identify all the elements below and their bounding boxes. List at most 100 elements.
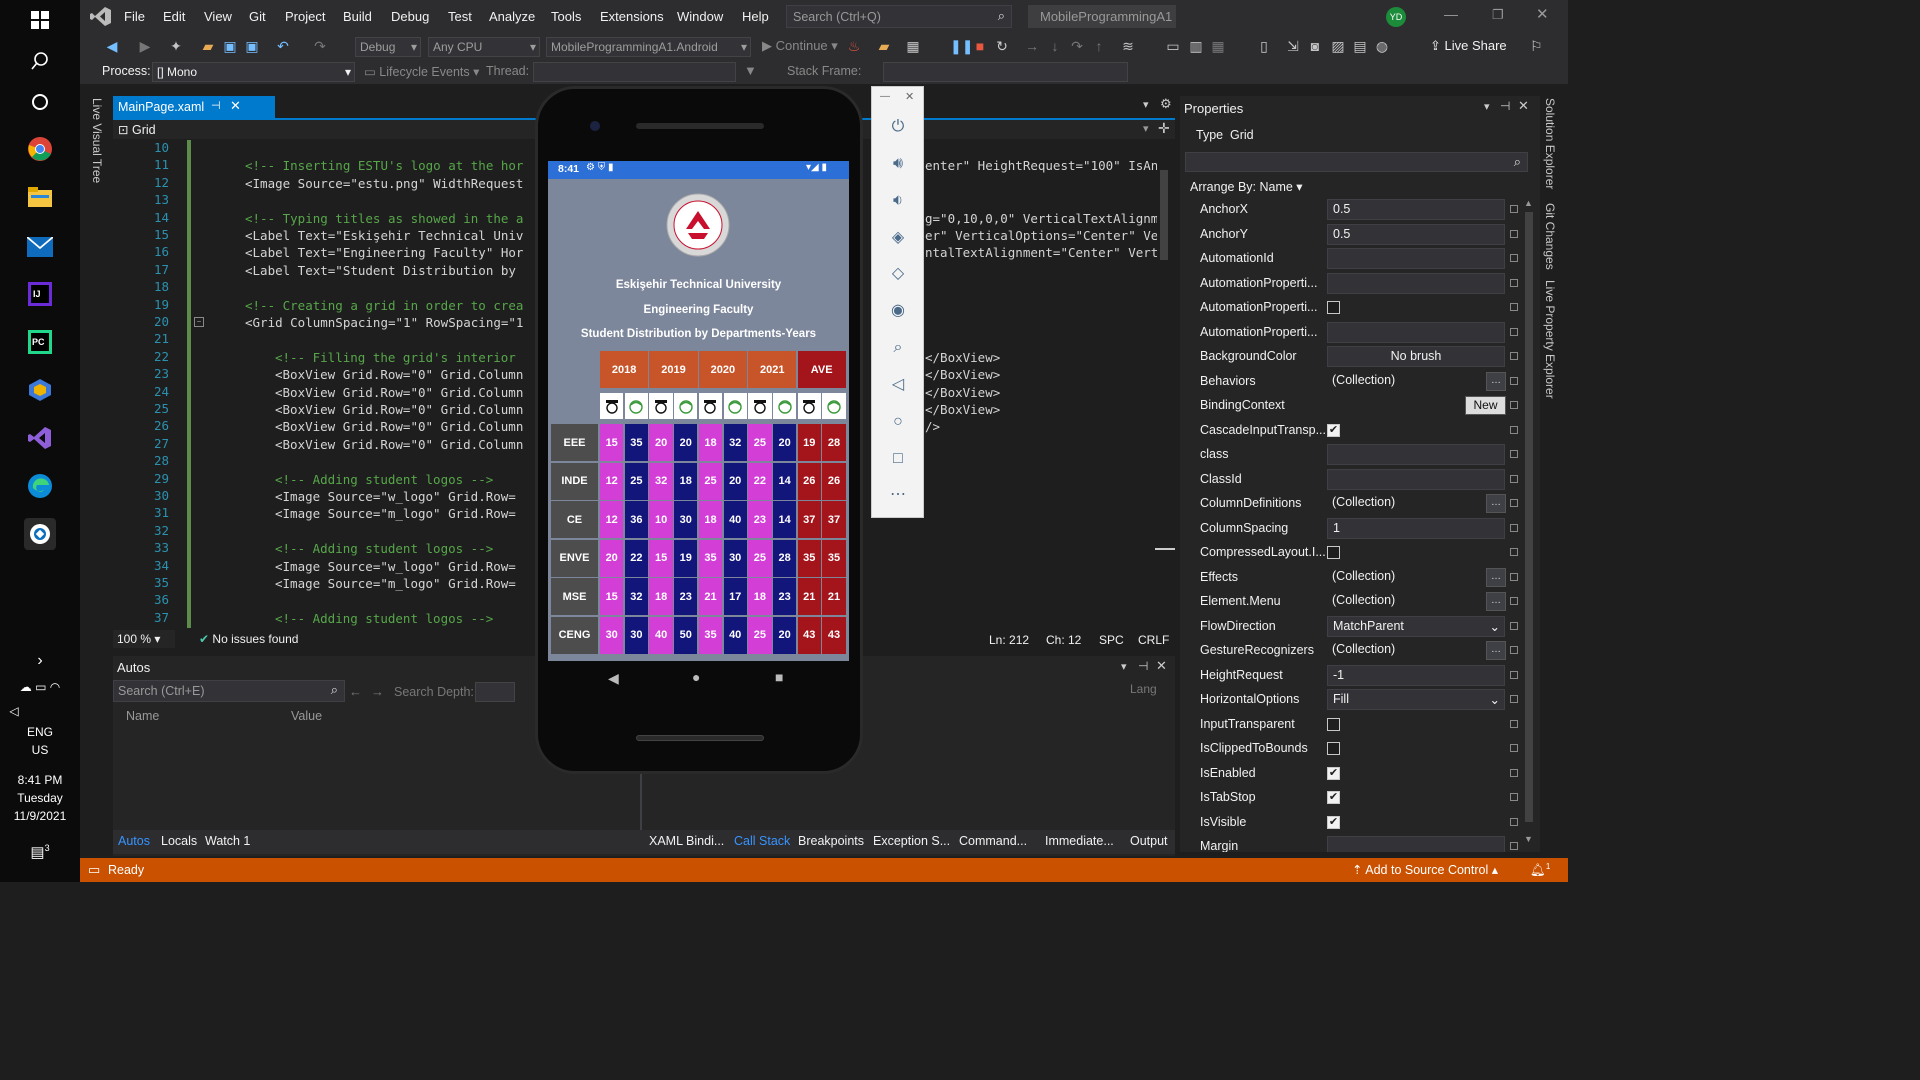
menu-test[interactable]: Test bbox=[448, 9, 472, 24]
save-icon[interactable]: ▣ bbox=[222, 38, 238, 54]
step-over-icon[interactable]: → bbox=[1024, 38, 1040, 54]
volume-up-icon[interactable]: 🔊︎ bbox=[884, 150, 912, 178]
pause-icon[interactable]: ❚❚ bbox=[950, 38, 973, 54]
tray-icons[interactable]: ☁ ▭ ◠ bbox=[0, 680, 80, 694]
scroll-up-icon[interactable]: ▲ bbox=[1524, 198, 1533, 208]
property-marker-icon[interactable] bbox=[1510, 376, 1518, 385]
checkbox[interactable] bbox=[1327, 546, 1340, 559]
close-tab-icon[interactable]: ✕ bbox=[230, 98, 241, 114]
file-explorer-icon[interactable] bbox=[24, 181, 56, 213]
property-input[interactable]: No brush bbox=[1327, 346, 1505, 367]
checkbox-checked[interactable]: ✔ bbox=[1327, 791, 1340, 804]
lifecycle-events-button[interactable]: ▭ Lifecycle Events ▾ bbox=[364, 64, 479, 79]
search-depth-select[interactable] bbox=[475, 682, 515, 702]
tab-call-stack[interactable]: Call Stack bbox=[734, 834, 790, 848]
gear-icon[interactable]: ⚙ bbox=[1160, 96, 1172, 112]
menu-help[interactable]: Help bbox=[742, 9, 769, 24]
scrollbar-thumb[interactable] bbox=[1160, 170, 1168, 260]
global-search-box[interactable]: Search (Ctrl+Q) ⌕ bbox=[786, 5, 1012, 28]
network-icon[interactable]: ▦ bbox=[1210, 38, 1226, 54]
stop-icon[interactable]: ■ bbox=[972, 38, 988, 54]
startup-project-select[interactable]: MobileProgrammingA1.Android ▾ bbox=[546, 37, 751, 57]
property-marker-icon[interactable] bbox=[1510, 450, 1518, 458]
panel-menu-icon[interactable]: ▾ bbox=[1121, 660, 1127, 673]
zoom-icon[interactable]: ⌕ bbox=[884, 334, 912, 362]
pin-icon[interactable]: ⊣ bbox=[211, 99, 221, 112]
property-input[interactable]: -1 bbox=[1327, 664, 1505, 686]
save-all-icon[interactable]: ▣ bbox=[244, 38, 260, 54]
device-icon[interactable]: ▭ bbox=[1165, 38, 1181, 54]
windows-start-icon[interactable] bbox=[24, 4, 56, 36]
power-icon[interactable]: ⏻ bbox=[884, 113, 912, 141]
feedback-icon[interactable]: ⚐ bbox=[1530, 38, 1543, 55]
thread-select[interactable] bbox=[533, 62, 736, 82]
line-ending-indicator[interactable]: CRLF bbox=[1138, 633, 1169, 647]
stack-frame-select[interactable] bbox=[883, 62, 1128, 82]
close-icon[interactable]: ✕ bbox=[1536, 5, 1549, 23]
thread-icon[interactable]: ≋ bbox=[1120, 38, 1136, 54]
close-panel-icon[interactable]: ✕ bbox=[1156, 658, 1167, 674]
property-marker-icon[interactable] bbox=[1510, 670, 1518, 679]
pin-icon[interactable]: ⊣ bbox=[1138, 659, 1148, 673]
restart-icon[interactable]: ↻ bbox=[994, 38, 1010, 54]
property-select[interactable]: Fill ⌄ bbox=[1327, 689, 1505, 710]
globe-icon[interactable]: ◍ bbox=[1374, 38, 1390, 54]
chrome-icon[interactable] bbox=[24, 133, 56, 165]
property-marker-icon[interactable] bbox=[1510, 229, 1518, 238]
column-indicator[interactable]: Ch: 12 bbox=[1046, 633, 1081, 647]
menu-edit[interactable]: Edit bbox=[163, 9, 185, 24]
image-icon[interactable]: ▨ bbox=[1330, 38, 1346, 54]
ellipsis-button[interactable]: … bbox=[1486, 592, 1506, 611]
android-icon[interactable]: ◙ bbox=[1307, 38, 1323, 54]
panel-menu-icon[interactable]: ▾ bbox=[1484, 100, 1490, 113]
configuration-select[interactable]: Debug ▾ bbox=[355, 37, 421, 57]
avatar[interactable]: YD bbox=[1386, 7, 1406, 27]
ellipsis-button[interactable]: … bbox=[1486, 371, 1506, 391]
ellipsis-button[interactable]: … bbox=[1486, 567, 1506, 587]
scroll-down-icon[interactable]: ▼ bbox=[1524, 834, 1533, 844]
lang-secondary[interactable]: US bbox=[0, 743, 80, 757]
redo-icon[interactable]: ↷ bbox=[312, 38, 328, 54]
more-icon[interactable]: ⋯ bbox=[884, 481, 912, 509]
rotate-left-icon[interactable]: ◈ bbox=[884, 224, 912, 252]
menu-window[interactable]: Window bbox=[677, 9, 723, 24]
tab-breakpoints[interactable]: Breakpoints bbox=[798, 834, 864, 848]
tab-autos[interactable]: Autos bbox=[118, 834, 150, 848]
menu-debug[interactable]: Debug bbox=[391, 9, 429, 24]
menu-git[interactable]: Git bbox=[249, 9, 266, 24]
ellipsis-button[interactable]: … bbox=[1486, 641, 1506, 660]
property-marker-icon[interactable] bbox=[1510, 401, 1518, 409]
notification-icon[interactable]: ▤3 bbox=[0, 843, 80, 861]
property-marker-icon[interactable] bbox=[1510, 768, 1518, 777]
line-indicator[interactable]: Ln: 212 bbox=[989, 633, 1029, 647]
property-input[interactable]: 0.5 bbox=[1327, 199, 1505, 220]
tab-mainpage-xaml[interactable]: MainPage.xaml ⊣ ✕ bbox=[113, 96, 275, 118]
step-over-arc-icon[interactable]: ↷ bbox=[1069, 38, 1085, 54]
property-marker-icon[interactable] bbox=[1510, 621, 1518, 630]
screenshot-icon[interactable]: ▦ bbox=[905, 38, 921, 54]
step-out-icon[interactable]: ↑ bbox=[1091, 38, 1107, 54]
menu-analyze[interactable]: Analyze bbox=[489, 9, 535, 24]
intellij-icon[interactable]: IJ bbox=[24, 278, 56, 310]
tab-xaml-binding[interactable]: XAML Bindi... bbox=[649, 834, 724, 848]
search-icon[interactable] bbox=[24, 45, 56, 77]
app-cube-icon[interactable] bbox=[24, 374, 56, 406]
chevron-up-icon[interactable]: › bbox=[0, 652, 80, 670]
restore-icon[interactable]: ❐ bbox=[1492, 7, 1504, 23]
minimize-icon[interactable]: — bbox=[880, 91, 890, 102]
zoom-select[interactable]: 100 % ▾ bbox=[113, 630, 175, 648]
property-input[interactable]: 1 bbox=[1327, 517, 1505, 539]
hot-reload-icon[interactable]: ♨ bbox=[846, 38, 862, 54]
menu-build[interactable]: Build bbox=[343, 9, 372, 24]
active-app-icon[interactable] bbox=[24, 518, 56, 550]
notifications-icon[interactable]: 🔔︎1 bbox=[1530, 862, 1550, 878]
checkbox[interactable] bbox=[1327, 301, 1340, 314]
vertical-scrollbar[interactable] bbox=[1157, 140, 1171, 628]
layout-panel-icon[interactable]: ▤ bbox=[1352, 38, 1368, 54]
clock-time[interactable]: 8:41 PM bbox=[0, 773, 80, 787]
phone-screen[interactable]: 8:41 ⚙ ⛨ ▮ ▾◢ ▮ Eskişehir Technical Univ… bbox=[548, 161, 849, 661]
phone-icon[interactable]: ▯ bbox=[1256, 38, 1272, 54]
property-marker-icon[interactable] bbox=[1510, 499, 1518, 507]
overview-icon[interactable]: □ bbox=[884, 445, 912, 473]
camera-icon[interactable]: ◉ bbox=[884, 297, 912, 325]
